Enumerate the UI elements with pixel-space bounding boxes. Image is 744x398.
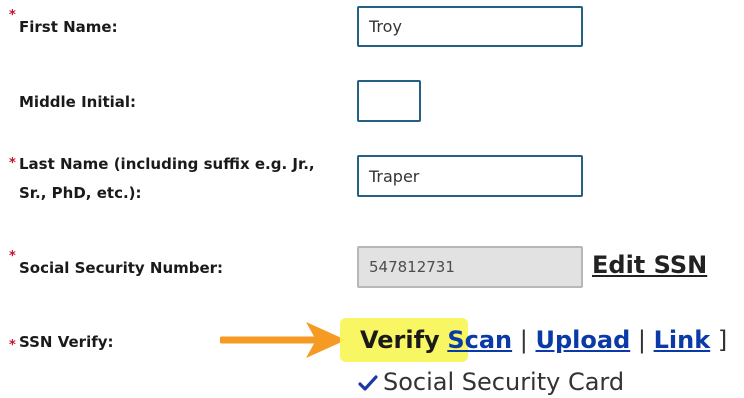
link-link[interactable]: Link: [654, 326, 711, 354]
checkmark-icon: [358, 375, 378, 391]
ssn-verify-options: Verify Scan | Upload | Link ]: [360, 325, 727, 355]
ssn-verify-label: SSN Verify:: [19, 333, 114, 351]
arrow-right-icon: [220, 322, 346, 358]
edit-ssn-link[interactable]: Edit SSN: [592, 250, 707, 280]
middle-initial-label: Middle Initial:: [19, 93, 137, 111]
scan-link[interactable]: Scan: [447, 326, 512, 354]
verify-option[interactable]: Verify: [360, 326, 440, 354]
last-name-value: Traper: [369, 166, 420, 186]
first-name-value: Troy: [369, 17, 402, 36]
middle-initial-input[interactable]: [357, 80, 421, 122]
separator: |: [519, 326, 536, 354]
required-marker: *: [9, 156, 16, 171]
separator: |: [637, 326, 654, 354]
verified-document-label: Social Security Card: [383, 368, 625, 396]
upload-link[interactable]: Upload: [535, 326, 630, 354]
close-bracket: ]: [717, 326, 728, 354]
ssn-value: 547812731: [369, 258, 455, 276]
first-name-input[interactable]: Troy: [357, 6, 583, 47]
ssn-input: 547812731: [357, 246, 583, 288]
required-marker: *: [9, 249, 16, 264]
required-marker: *: [9, 8, 16, 23]
ssn-label: Social Security Number:: [19, 259, 224, 277]
first-name-label: First Name:: [19, 18, 118, 36]
required-marker: *: [9, 338, 16, 353]
last-name-input[interactable]: Traper: [357, 155, 583, 197]
last-name-label-line1: Last Name (including suffix e.g. Jr.,: [19, 155, 315, 173]
last-name-label-line2: Sr., PhD, etc.):: [19, 184, 142, 202]
